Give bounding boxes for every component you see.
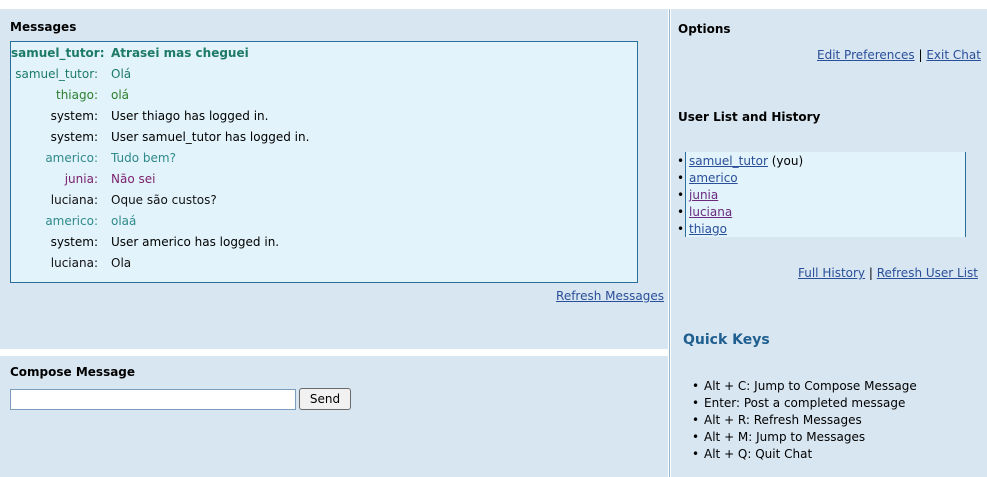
user-list-item: • thiago bbox=[677, 221, 727, 238]
refresh-messages-link[interactable]: Refresh Messages bbox=[556, 289, 664, 303]
full-history-link[interactable]: Full History bbox=[798, 266, 865, 280]
quick-keys-list: • Alt + C: Jump to Compose Message • Enter:… bbox=[692, 378, 917, 463]
message-text: Tudo bem? bbox=[111, 151, 176, 165]
compose-message-input[interactable] bbox=[10, 389, 296, 410]
message-text: olá bbox=[111, 88, 130, 102]
message-row: system: User samuel_tutor has logged in. bbox=[11, 127, 637, 147]
user-link[interactable]: luciana bbox=[689, 205, 732, 219]
options-heading: Options bbox=[678, 22, 731, 36]
message-row: americo: olaá bbox=[11, 211, 637, 231]
side-panel: Options Edit Preferences | Exit Chat Use… bbox=[671, 9, 987, 477]
message-sender: americo: bbox=[45, 214, 98, 228]
bullet-icon: • bbox=[692, 430, 700, 444]
message-sender: system: bbox=[50, 235, 98, 249]
quick-key-text: Alt + R: Refresh Messages bbox=[704, 413, 862, 427]
user-list: • samuel_tutor (you) • americo • junia • lucian… bbox=[677, 152, 966, 238]
quick-key-text: Alt + C: Jump to Compose Message bbox=[704, 379, 917, 393]
message-row: luciana: Ola bbox=[11, 253, 637, 273]
message-log[interactable]: samuel_tutor: Atrasei mas cheguei samuel_t… bbox=[10, 41, 638, 283]
user-list-item: • junia bbox=[677, 187, 718, 204]
message-text: User americo has logged in. bbox=[111, 235, 280, 249]
message-row: thiago: olá bbox=[11, 85, 637, 105]
quick-key-item: • Alt + R: Refresh Messages bbox=[692, 412, 917, 429]
user-list-heading: User List and History bbox=[678, 110, 821, 124]
quick-key-text: Enter: Post a completed message bbox=[704, 396, 906, 410]
message-text: Atrasei mas cheguei bbox=[111, 46, 249, 60]
message-text: User samuel_tutor has logged in. bbox=[111, 130, 310, 144]
user-list-item: • luciana bbox=[677, 204, 732, 221]
bullet-icon: • bbox=[692, 379, 700, 393]
user-list-item: • americo bbox=[677, 170, 738, 187]
bullet-icon: • bbox=[677, 205, 685, 219]
message-sender: system: bbox=[50, 130, 98, 144]
compose-heading: Compose Message bbox=[10, 365, 136, 379]
horizontal-divider bbox=[0, 349, 668, 356]
bullet-icon: • bbox=[692, 447, 700, 461]
message-row: samuel_tutor: Atrasei mas cheguei bbox=[11, 43, 637, 63]
quick-key-item: • Alt + M: Jump to Messages bbox=[692, 429, 917, 446]
send-button[interactable]: Send bbox=[299, 388, 351, 410]
user-link[interactable]: junia bbox=[689, 188, 718, 202]
bullet-icon: • bbox=[677, 154, 685, 168]
messages-panel: Messages samuel_tutor: Atrasei mas chegue… bbox=[0, 9, 668, 349]
quick-keys-heading: Quick Keys bbox=[683, 332, 770, 348]
message-text: User thiago has logged in. bbox=[111, 109, 269, 123]
message-sender: luciana: bbox=[50, 256, 98, 270]
quick-key-item: • Alt + C: Jump to Compose Message bbox=[692, 378, 917, 395]
edit-preferences-link[interactable]: Edit Preferences bbox=[817, 48, 915, 62]
message-text: olaá bbox=[111, 214, 137, 228]
history-links: Full History | Refresh User List bbox=[798, 266, 978, 280]
message-text: Ola bbox=[111, 256, 132, 270]
history-separator: | bbox=[868, 266, 873, 280]
quick-key-text: Alt + M: Jump to Messages bbox=[704, 430, 866, 444]
bullet-icon: • bbox=[692, 413, 700, 427]
compose-panel: Compose Message Send bbox=[0, 356, 668, 477]
message-row: system: User thiago has logged in. bbox=[11, 106, 637, 126]
user-link[interactable]: samuel_tutor bbox=[689, 154, 768, 168]
bullet-icon: • bbox=[677, 222, 685, 236]
message-sender: luciana: bbox=[50, 193, 98, 207]
message-row: junia: Não sei bbox=[11, 169, 637, 189]
message-row: americo: Tudo bem? bbox=[11, 148, 637, 168]
message-row: luciana: Oque são custos? bbox=[11, 190, 637, 210]
message-sender: samuel_tutor: bbox=[15, 67, 98, 81]
options-links: Edit Preferences | Exit Chat bbox=[817, 48, 981, 62]
message-sender: thiago: bbox=[56, 88, 98, 102]
message-row: samuel_tutor: Olá bbox=[11, 64, 637, 84]
message-text: Não sei bbox=[111, 172, 156, 186]
message-row: system: User americo has logged in. bbox=[11, 232, 637, 252]
message-text: Olá bbox=[111, 67, 132, 81]
bullet-icon: • bbox=[692, 396, 700, 410]
message-sender: americo: bbox=[45, 151, 98, 165]
message-text: Oque são custos? bbox=[111, 193, 217, 207]
quick-key-item: • Enter: Post a completed message bbox=[692, 395, 917, 412]
bullet-icon: • bbox=[677, 188, 685, 202]
user-list-item: • samuel_tutor (you) bbox=[677, 153, 804, 170]
quick-key-text: Alt + Q: Quit Chat bbox=[704, 447, 813, 461]
messages-heading: Messages bbox=[10, 20, 77, 34]
bullet-icon: • bbox=[677, 171, 685, 185]
message-sender: system: bbox=[50, 109, 98, 123]
user-link[interactable]: americo bbox=[689, 171, 738, 185]
quick-key-item: • Alt + Q: Quit Chat bbox=[692, 446, 917, 463]
refresh-user-list-link[interactable]: Refresh User List bbox=[877, 266, 978, 280]
options-separator: | bbox=[918, 48, 923, 62]
exit-chat-link[interactable]: Exit Chat bbox=[926, 48, 981, 62]
message-sender: samuel_tutor: bbox=[11, 46, 105, 60]
user-link[interactable]: thiago bbox=[689, 222, 727, 236]
message-sender: junia: bbox=[64, 172, 98, 186]
user-self-marker: (you) bbox=[767, 154, 804, 168]
